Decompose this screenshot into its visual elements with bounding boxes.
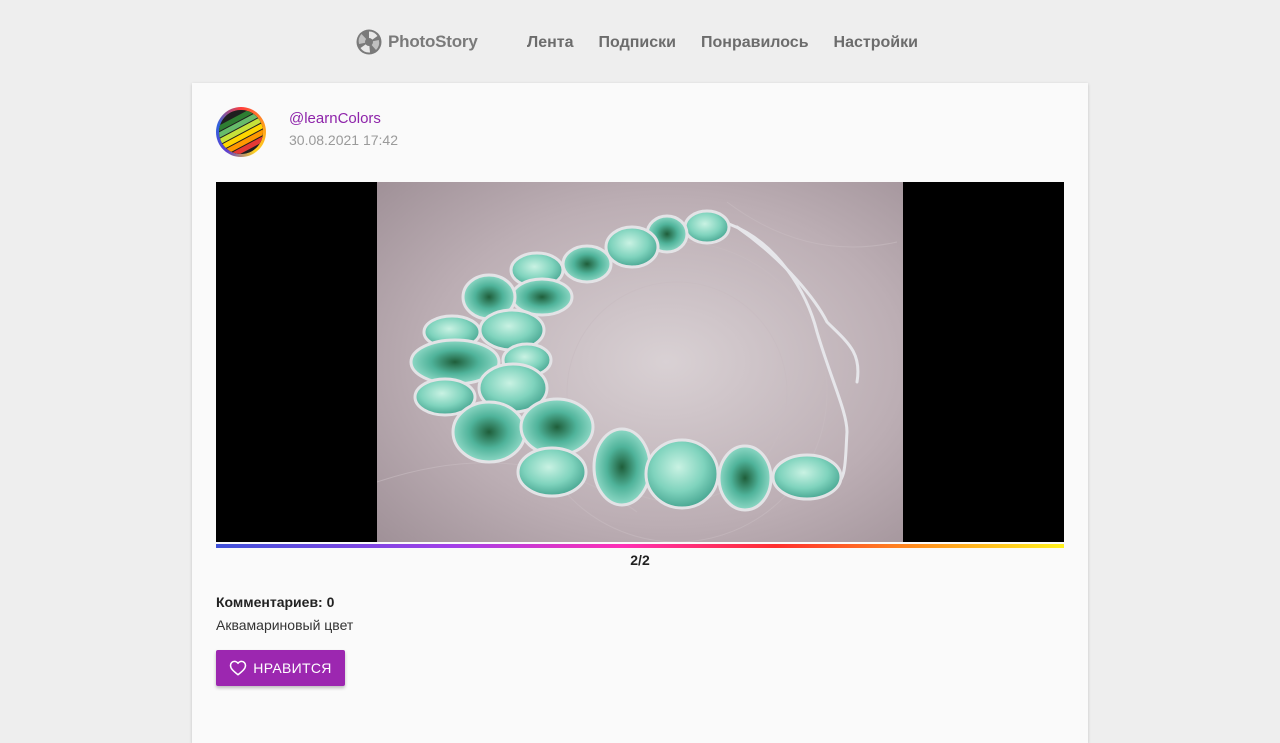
main-nav: Лента Подписки Понравилось Настройки [527, 34, 918, 52]
post-card: @learnColors 30.08.2021 17:42 2/2 Коммен… [192, 83, 1088, 743]
like-button-label: НРАВИТСЯ [253, 660, 332, 676]
avatar-image [219, 110, 263, 154]
top-navigation-bar: PhotoStory Лента Подписки Понравилось На… [0, 0, 1280, 84]
logo-link[interactable]: PhotoStory [356, 28, 478, 56]
post-caption: Аквамариновый цвет [216, 617, 354, 633]
post-author-username[interactable]: @learnColors [289, 110, 381, 127]
post-photo [377, 182, 903, 542]
like-button[interactable]: НРАВИТСЯ [216, 650, 345, 686]
nav-item-settings[interactable]: Настройки [834, 34, 918, 52]
nav-item-liked[interactable]: Понравилось [701, 34, 809, 52]
post-datetime: 30.08.2021 17:42 [289, 132, 398, 148]
photo-slideshow[interactable] [216, 182, 1064, 542]
comments-count: Комментариев: 0 [216, 594, 335, 610]
camera-aperture-icon [356, 29, 382, 55]
nav-item-feed[interactable]: Лента [527, 34, 574, 52]
slideshow-progress-bar [216, 544, 1064, 548]
avatar[interactable] [216, 107, 266, 157]
logo-text: PhotoStory [388, 32, 478, 51]
nav-item-subscriptions[interactable]: Подписки [599, 34, 676, 52]
heart-outline-icon [230, 660, 247, 676]
slide-counter: 2/2 [630, 552, 650, 568]
